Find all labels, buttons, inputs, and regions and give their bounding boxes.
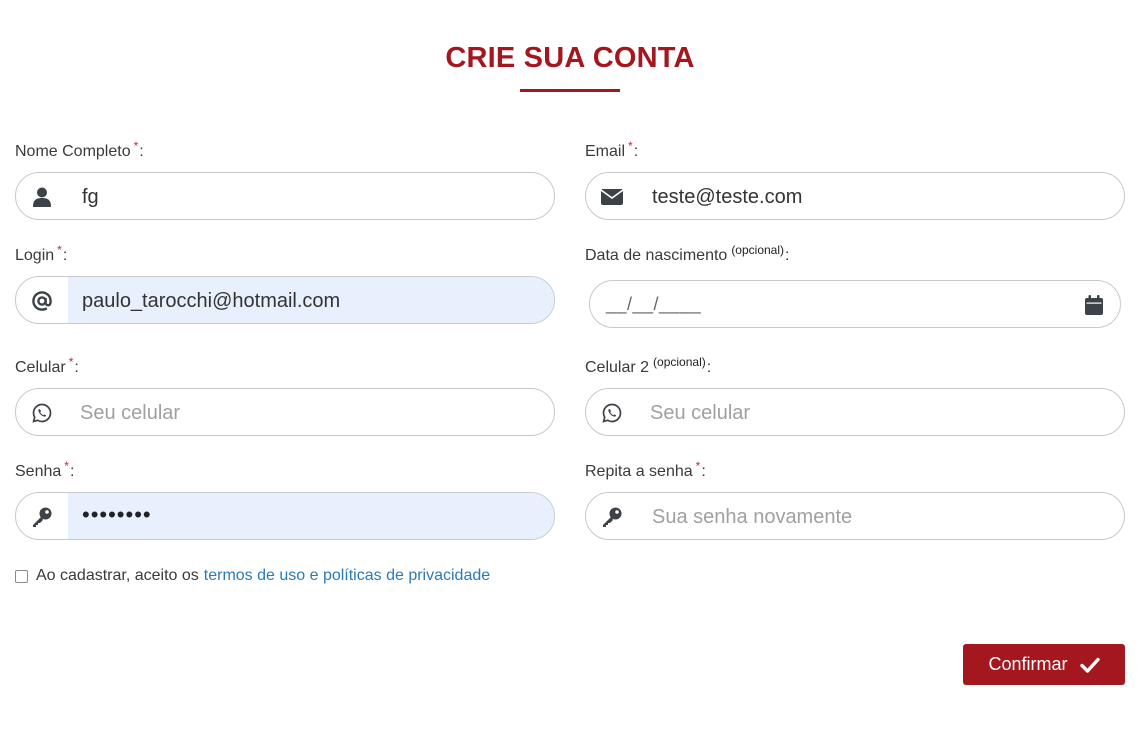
- label-nome: Nome Completo *:: [15, 139, 144, 160]
- calendar-icon[interactable]: [1082, 293, 1106, 317]
- terms-row: Ao cadastrar, aceito os termos de uso e …: [15, 567, 490, 585]
- email-value: teste@teste.com: [652, 186, 803, 208]
- terms-link[interactable]: termos de uso e políticas de privacidade: [204, 567, 490, 585]
- nome-input[interactable]: fg: [15, 172, 555, 220]
- celular2-input[interactable]: Seu celular: [585, 388, 1125, 436]
- date-mask: __/__/____: [606, 294, 702, 314]
- page-header: CRIE SUA CONTA: [0, 42, 1140, 75]
- label-nascimento: Data de nascimento (opcional):: [585, 243, 790, 264]
- celular2-placeholder: Seu celular: [650, 402, 751, 424]
- senha-value: ••••••••: [82, 502, 152, 527]
- user-icon: [30, 185, 54, 209]
- title-underline: [520, 89, 620, 92]
- nascimento-input[interactable]: __/__/____: [589, 280, 1121, 328]
- nome-value: fg: [82, 186, 99, 208]
- confirm-label: Confirmar: [988, 654, 1068, 674]
- label-celular: Celular *:: [15, 355, 79, 376]
- celular-placeholder: Seu celular: [80, 402, 181, 424]
- email-input[interactable]: teste@teste.com: [585, 172, 1125, 220]
- senha-input[interactable]: ••••••••: [15, 492, 555, 540]
- key-icon: [600, 505, 624, 529]
- login-input[interactable]: paulo_tarocchi@hotmail.com: [15, 276, 555, 324]
- confirm-button[interactable]: Confirmar: [963, 644, 1125, 685]
- terms-text: Ao cadastrar, aceito os: [36, 567, 199, 584]
- label-repita-senha: Repita a senha *:: [585, 459, 706, 480]
- page-title: CRIE SUA CONTA: [445, 42, 695, 74]
- label-senha: Senha *:: [15, 459, 75, 480]
- login-value: paulo_tarocchi@hotmail.com: [82, 290, 341, 312]
- terms-checkbox[interactable]: [15, 569, 28, 583]
- whatsapp-icon: [600, 401, 624, 425]
- whatsapp-icon: [30, 401, 54, 425]
- envelope-icon: [600, 185, 624, 209]
- at-icon: [30, 289, 54, 313]
- label-email: Email *:: [585, 139, 639, 160]
- repita-senha-placeholder: Sua senha novamente: [652, 506, 853, 528]
- checkmark-icon: [1079, 657, 1100, 673]
- label-celular2: Celular 2 (opcional):: [585, 355, 712, 376]
- celular-input[interactable]: Seu celular: [15, 388, 555, 436]
- key-icon: [30, 505, 54, 529]
- repita-senha-input[interactable]: Sua senha novamente: [585, 492, 1125, 540]
- label-login: Login *:: [15, 243, 68, 264]
